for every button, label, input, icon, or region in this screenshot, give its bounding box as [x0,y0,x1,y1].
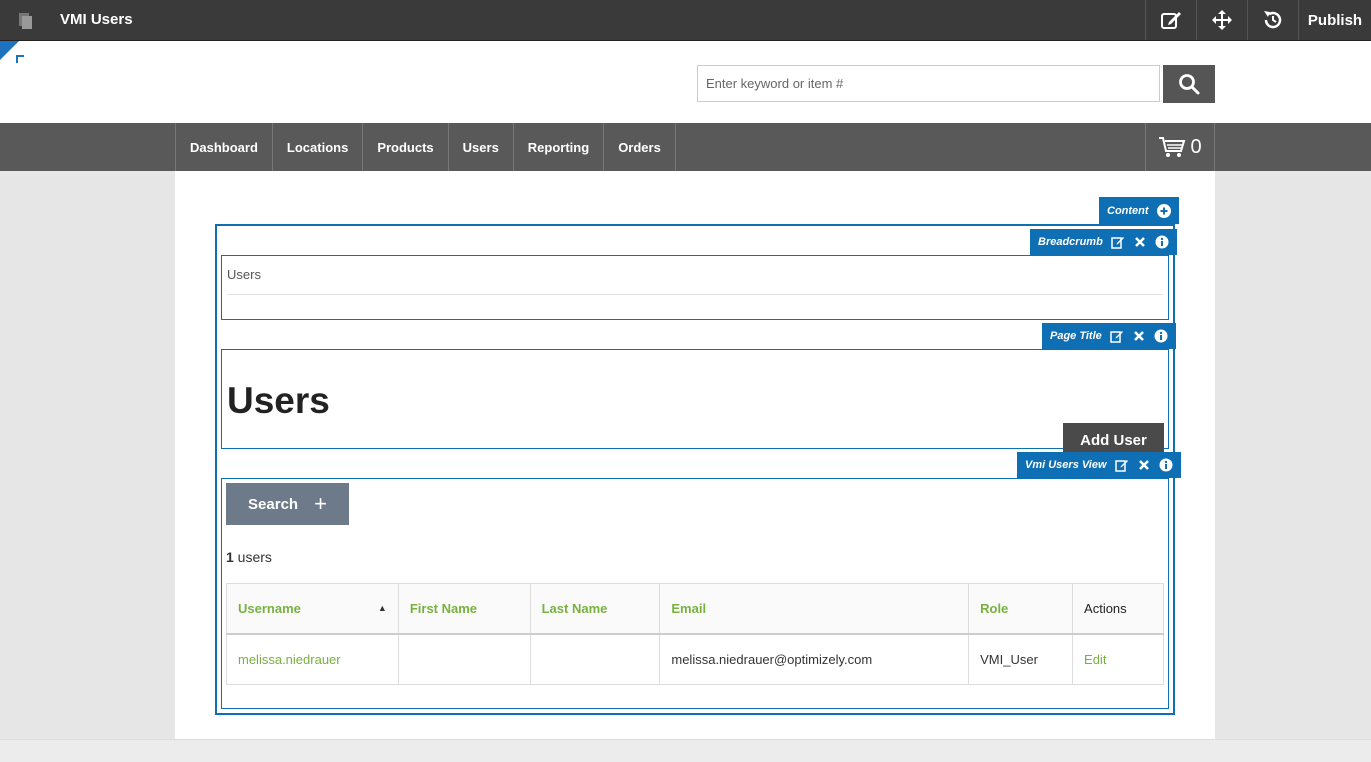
breadcrumb-widget-label: Breadcrumb [1038,236,1103,248]
users-view-widget: Search + 1 users Username ▲ First Name La… [221,478,1169,709]
users-count-number: 1 [226,549,234,565]
first-name-cell [397,633,531,685]
page-icon[interactable] [16,11,36,31]
username-link[interactable]: melissa.niedrauer [226,633,399,685]
info-icon[interactable] [1159,458,1173,472]
close-icon[interactable] [1133,235,1147,249]
page-title-widget: Users [221,349,1169,449]
search-toggle-label: Search [248,495,299,513]
sort-asc-icon: ▲ [377,602,387,613]
page-title-widget-label: Page Title [1050,330,1102,342]
nav-item-dashboard[interactable]: Dashboard [176,123,273,171]
users-view-widget-label: Vmi Users View [1025,459,1107,471]
column-header-last-name[interactable]: Last Name [529,583,661,635]
edit-icon[interactable] [1114,458,1129,472]
users-table: Username ▲ First Name Last Name Email Rol… [226,583,1164,685]
table-header-row: Username ▲ First Name Last Name Email Rol… [226,583,1164,635]
breadcrumb-current: Users [227,267,261,282]
users-count-suffix: users [233,549,272,565]
history-button[interactable] [1247,0,1298,40]
footer-strip [0,739,1371,762]
nav-item-reporting[interactable]: Reporting [514,123,605,171]
users-view-widget-tab: Vmi Users View [1017,452,1181,478]
info-icon[interactable] [1154,329,1168,343]
nav-item-orders[interactable]: Orders [604,123,676,171]
role-cell: VMI_User [968,633,1074,685]
nav-item-users[interactable]: Users [449,123,514,171]
search-button[interactable] [1163,65,1215,103]
nav-item-locations[interactable]: Locations [273,123,364,171]
search-toggle-button[interactable]: Search + [226,483,349,525]
content-zone-tab[interactable]: Content [1099,197,1179,224]
table-row: melissa.niedrauer melissa.niedrauer@opti… [226,633,1164,685]
edit-icon [1161,12,1181,29]
add-circle-icon[interactable] [1156,203,1171,218]
column-header-first-name[interactable]: First Name [397,583,531,635]
email-cell: melissa.niedrauer@optimizely.com [659,633,970,685]
breadcrumb-widget: Users [221,255,1169,320]
edit-icon[interactable] [1110,329,1124,343]
column-header-username[interactable]: Username ▲ [226,583,399,635]
page-title-widget-tab: Page Title [1042,323,1176,349]
users-count: 1 users [226,549,272,565]
content-zone-label: Content [1107,204,1149,217]
breadcrumb-divider [227,294,1163,295]
move-button[interactable] [1196,0,1247,40]
breadcrumb-widget-tab: Breadcrumb [1030,229,1177,255]
history-icon [1264,11,1282,29]
nav-item-products[interactable]: Products [363,123,449,171]
cart-count: 0 [1190,135,1202,158]
publish-button[interactable]: Publish [1298,0,1371,40]
edit-user-link[interactable]: Edit [1072,633,1164,685]
cart-button[interactable]: 0 [1145,123,1215,171]
last-name-cell [529,633,661,685]
main-nav: Dashboard Locations Products Users Repor… [0,123,1371,171]
close-icon[interactable] [1137,458,1151,472]
move-icon [1212,10,1232,30]
cms-toolbar: VMI Users Publish [0,0,1371,41]
page-title: Users [227,380,330,421]
close-icon[interactable] [1132,329,1146,343]
search-input[interactable] [697,65,1160,102]
edit-mode-button[interactable] [1145,0,1196,40]
column-header-actions: Actions [1072,583,1164,635]
edit-icon[interactable] [1111,235,1125,249]
site-header [0,41,1371,123]
plus-icon: + [314,491,327,516]
column-header-role[interactable]: Role [968,583,1074,635]
info-icon[interactable] [1155,235,1169,249]
cart-icon [1159,137,1186,157]
cms-page-title: VMI Users [60,11,133,28]
corner-bracket-icon [16,55,24,63]
search-icon [1179,74,1200,95]
column-header-email[interactable]: Email [659,583,970,635]
